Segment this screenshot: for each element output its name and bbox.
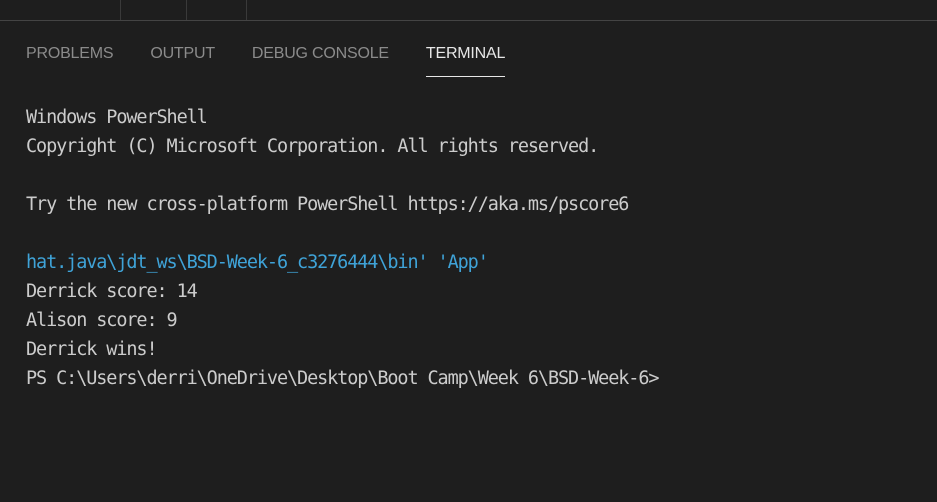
terminal-line: PS C:\Users\derri\OneDrive\Desktop\Boot …	[26, 368, 660, 389]
editor-gutter-divider	[120, 0, 121, 20]
tab-problems[interactable]: PROBLEMS	[26, 40, 114, 64]
terminal-line: Windows PowerShell	[26, 107, 208, 128]
tab-output[interactable]: OUTPUT	[150, 40, 215, 64]
terminal-line: Alison score: 9	[26, 310, 178, 331]
terminal-line: Derrick score: 14	[26, 281, 198, 302]
terminal-line: Try the new cross-platform PowerShell ht…	[26, 194, 629, 215]
terminal-line: Copyright (C) Microsoft Corporation. All…	[26, 136, 599, 157]
editor-area-edge	[0, 0, 937, 20]
tab-debug-console[interactable]: DEBUG CONSOLE	[252, 40, 389, 64]
editor-gutter-divider	[246, 0, 247, 20]
terminal-line: Derrick wins!	[26, 339, 158, 360]
terminal-output[interactable]: Windows PowerShell Copyright (C) Microsof…	[26, 103, 927, 492]
terminal-line: hat.java\jdt_ws\BSD-Week-6_c3276444\bin'…	[26, 252, 489, 273]
panel-tab-bar: PROBLEMS OUTPUT DEBUG CONSOLE TERMINAL	[0, 21, 937, 83]
vscode-bottom-panel: PROBLEMS OUTPUT DEBUG CONSOLE TERMINAL W…	[0, 0, 937, 502]
editor-gutter-divider	[186, 0, 187, 20]
tab-terminal[interactable]: TERMINAL	[425, 40, 506, 77]
